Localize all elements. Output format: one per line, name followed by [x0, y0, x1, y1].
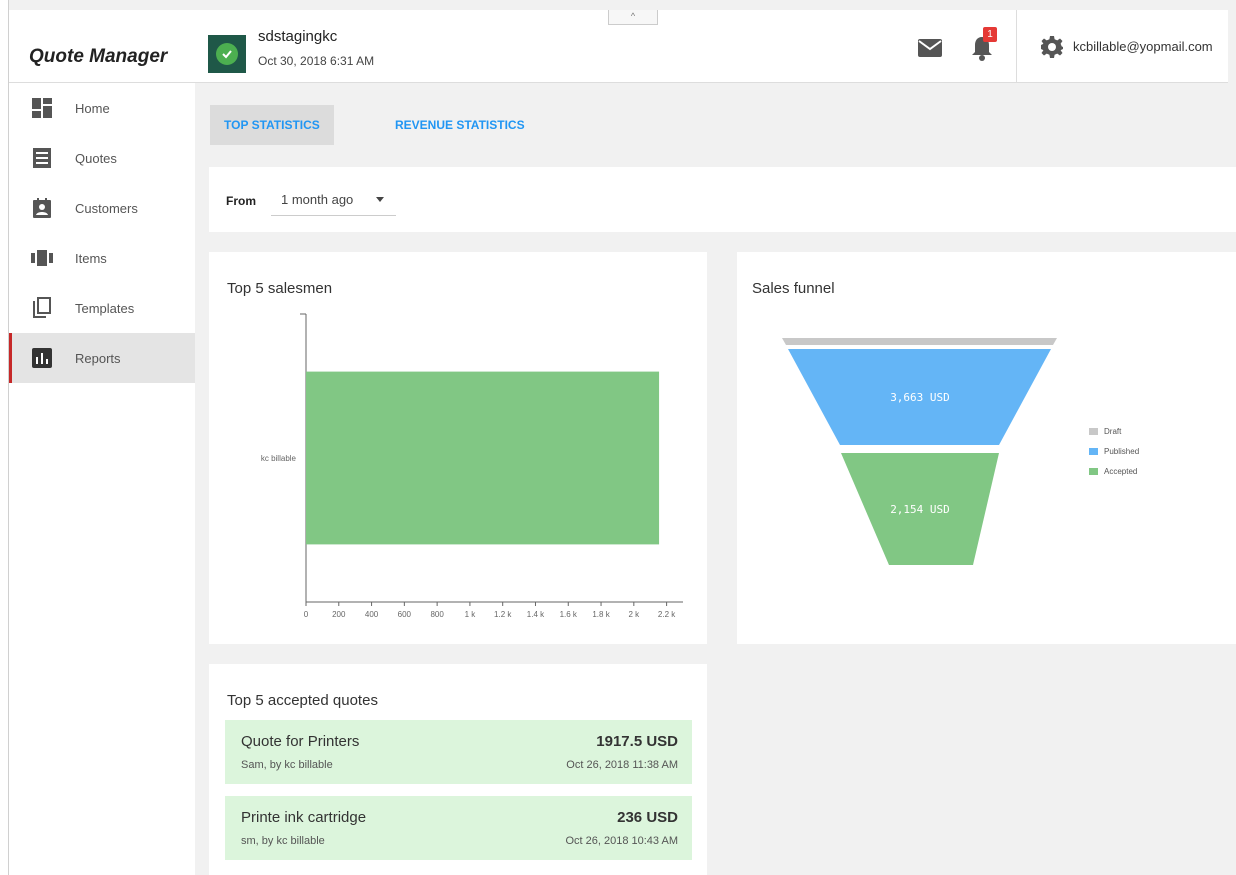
quote-list-item[interactable]: Quote for Printers Sam, by kc billable 1… — [225, 720, 692, 784]
dashboard-icon — [31, 97, 53, 119]
x-tick-label: 2.2 k — [658, 610, 676, 619]
x-tick-label: 200 — [332, 610, 346, 619]
items-icon — [31, 247, 53, 269]
quote-title: Quote for Printers — [241, 733, 360, 750]
sidebar-item-label: Templates — [75, 300, 135, 316]
quote-customer: Sam, by kc billable — [241, 759, 333, 771]
document-list-icon — [31, 147, 53, 169]
legend-swatch — [1089, 428, 1098, 435]
app-window: Quote Manager sdstagingkc Oct 30, 2018 6… — [0, 0, 1236, 875]
caret-down-icon — [376, 197, 384, 202]
x-tick-label: 0 — [304, 610, 309, 619]
quote-date: Oct 26, 2018 10:43 AM — [565, 835, 678, 847]
user-email[interactable]: kcbillable@yopmail.com — [1073, 39, 1213, 54]
bar-kc-billable — [306, 371, 660, 545]
mail-icon[interactable] — [917, 38, 943, 58]
sidebar-item-label: Reports — [75, 350, 121, 366]
x-tick-label: 1.2 k — [494, 610, 512, 619]
sidebar-nav: Home Quotes Customers Items Templates Re… — [9, 83, 195, 875]
x-tick-label: 400 — [365, 610, 379, 619]
sidebar-item-label: Home — [75, 100, 110, 116]
tab-revenue-statistics[interactable]: REVENUE STATISTICS — [381, 105, 539, 145]
app-logo[interactable]: Quote Manager — [29, 46, 167, 68]
top-salesmen-card: Top 5 salesmen kc billable 0 200 400 600 800 1… — [209, 252, 707, 644]
category-label: kc billable — [261, 454, 297, 463]
sidebar-item-label: Items — [75, 250, 107, 266]
funnel-stage-label: 2,154 USD — [890, 503, 950, 516]
x-tick-label: 800 — [430, 610, 444, 619]
accepted-quotes-title: Top 5 accepted quotes — [227, 692, 378, 709]
legend-item-accepted[interactable]: Accepted — [1089, 467, 1137, 476]
x-tick-label: 600 — [398, 610, 412, 619]
date-filter-bar: From 1 month ago — [209, 167, 1236, 232]
sidebar-item-label: Quotes — [75, 150, 117, 166]
quote-list-item[interactable]: Printe ink cartridge sm, by kc billable … — [225, 796, 692, 860]
legend-item-published[interactable]: Published — [1089, 447, 1139, 456]
quote-amount: 236 USD — [617, 809, 678, 826]
sidebar-item-customers[interactable]: Customers — [9, 183, 195, 233]
quote-title: Printe ink cartridge — [241, 809, 367, 826]
x-tick-label: 1.4 k — [527, 610, 545, 619]
sidebar-item-quotes[interactable]: Quotes — [9, 133, 195, 183]
period-value: 1 month ago — [281, 192, 354, 207]
quote-customer: sm, by kc billable — [241, 835, 325, 847]
funnel-stage-label: 3,663 USD — [890, 391, 950, 404]
sales-funnel-chart: 3,663 USD 2,154 USD — [782, 338, 1057, 565]
sidebar-item-home[interactable]: Home — [9, 83, 195, 133]
top-header: Quote Manager sdstagingkc Oct 30, 2018 6… — [9, 10, 1228, 83]
quote-date: Oct 26, 2018 11:38 AM — [566, 759, 678, 771]
tenant-timestamp: Oct 30, 2018 6:31 AM — [258, 54, 375, 68]
sidebar-item-label: Customers — [75, 200, 138, 216]
collapse-header-handle[interactable]: ^ — [608, 10, 658, 25]
notification-count-badge: 1 — [983, 27, 997, 42]
contact-card-icon — [31, 197, 53, 219]
salesmen-bar-chart: kc billable 0 200 400 600 800 1 k 1.2 k 1.4 k 1.6… — [261, 313, 683, 619]
x-tick-label: 1.6 k — [560, 610, 578, 619]
legend-swatch — [1089, 448, 1098, 455]
x-tick-label: 1.8 k — [592, 610, 610, 619]
header-divider — [1016, 10, 1017, 82]
x-tick-label: 2 k — [628, 610, 640, 619]
funnel-stage-draft — [782, 338, 1057, 345]
sidebar-item-templates[interactable]: Templates — [9, 283, 195, 333]
sidebar-item-items[interactable]: Items — [9, 233, 195, 283]
sidebar-item-reports[interactable]: Reports — [9, 333, 195, 383]
period-dropdown[interactable]: 1 month ago — [271, 182, 396, 216]
tenant-name: sdstagingkc — [258, 28, 338, 45]
legend-label: Draft — [1104, 427, 1122, 436]
tenant-check-icon — [208, 35, 246, 73]
window-edge — [0, 0, 9, 875]
copy-icon — [31, 297, 53, 319]
accepted-quotes-card: Top 5 accepted quotes Quote for Printers… — [209, 664, 707, 875]
x-tick-label: 1 k — [465, 610, 477, 619]
legend-swatch — [1089, 468, 1098, 475]
legend-label: Published — [1104, 447, 1140, 456]
gear-icon[interactable] — [1040, 35, 1064, 59]
legend-item-draft[interactable]: Draft — [1089, 427, 1121, 436]
tab-top-statistics[interactable]: TOP STATISTICS — [210, 105, 334, 145]
quote-amount: 1917.5 USD — [596, 733, 678, 750]
from-label: From — [226, 194, 256, 208]
bar-chart-icon — [31, 347, 53, 369]
legend-label: Accepted — [1104, 467, 1138, 476]
